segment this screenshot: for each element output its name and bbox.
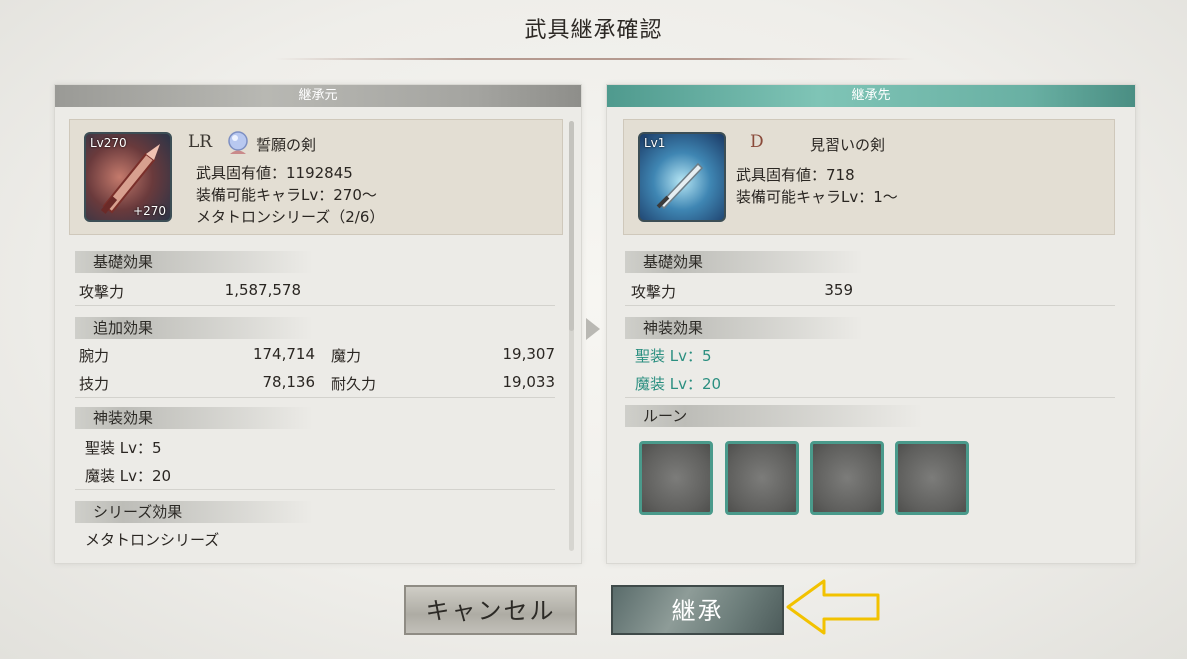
yellow-arrow-icon bbox=[786, 579, 880, 635]
source-extra-label: 魔力 bbox=[331, 347, 362, 365]
target-divine-effects-heading: 神装効果 bbox=[625, 317, 863, 339]
target-weapon-name: 見習いの剣 bbox=[810, 136, 886, 154]
target-rune-heading: ルーン bbox=[625, 405, 923, 427]
divider bbox=[75, 489, 555, 490]
source-basic-effects-heading: 基礎効果 bbox=[75, 251, 313, 273]
divider bbox=[625, 305, 1115, 306]
rune-slot[interactable] bbox=[639, 441, 713, 515]
source-extra-label: 耐久力 bbox=[331, 375, 377, 393]
rune-slot[interactable] bbox=[895, 441, 969, 515]
source-divine-effects-heading: 神装効果 bbox=[75, 407, 313, 429]
source-extra-value: 19,307 bbox=[502, 345, 556, 363]
source-extra-value: 78,136 bbox=[262, 373, 316, 391]
source-extra-effects-heading: 追加効果 bbox=[75, 317, 313, 339]
page-title: 武具継承確認 bbox=[524, 18, 663, 43]
source-panel: 継承元 Lv270 +270 LR 誓願の剣 武具固有値：1192845 装備可… bbox=[54, 84, 582, 564]
source-weapon-name: 誓願の剣 bbox=[256, 136, 317, 154]
divider bbox=[625, 397, 1115, 398]
source-holy-level: 聖装 Lv：5 bbox=[85, 439, 162, 457]
arrow-right-icon bbox=[586, 318, 600, 340]
target-panel-header: 継承先 bbox=[607, 85, 1135, 107]
rune-slot[interactable] bbox=[725, 441, 799, 515]
source-panel-header: 継承元 bbox=[55, 85, 581, 107]
crystal-orb-icon bbox=[228, 131, 248, 154]
target-rarity: D bbox=[750, 132, 764, 152]
source-series-effect-heading: シリーズ効果 bbox=[75, 501, 313, 523]
source-level-badge: Lv270 bbox=[90, 136, 127, 150]
target-attack-label: 攻撃力 bbox=[631, 283, 677, 301]
source-scrollbar[interactable] bbox=[569, 121, 574, 551]
target-panel: 継承先 Lv1 D 見習いの剣 武具固有値：718 装備可能キャラLv：1〜 基… bbox=[606, 84, 1136, 564]
source-rarity: LR bbox=[188, 132, 213, 152]
source-extra-label: 腕力 bbox=[79, 347, 110, 365]
source-equip-level: 装備可能キャラLv：270〜 bbox=[196, 186, 377, 204]
target-magic-level: 魔装 Lv：20 bbox=[635, 375, 722, 393]
target-level-badge: Lv1 bbox=[644, 136, 666, 150]
cancel-button[interactable]: キャンセル bbox=[404, 585, 577, 635]
source-attack-label: 攻撃力 bbox=[79, 283, 125, 301]
source-unique-value: 武具固有値：1192845 bbox=[196, 164, 353, 182]
inherit-button[interactable]: 継承 bbox=[611, 585, 784, 635]
source-magic-level: 魔装 Lv：20 bbox=[85, 467, 172, 485]
target-attack-value: 359 bbox=[824, 281, 853, 299]
source-attack-value: 1,587,578 bbox=[224, 281, 301, 299]
source-scrollbar-thumb[interactable] bbox=[569, 121, 574, 331]
source-weapon-card[interactable]: Lv270 +270 LR 誓願の剣 武具固有値：1192845 装備可能キャラ… bbox=[69, 119, 563, 235]
source-extra-label: 技力 bbox=[79, 375, 110, 393]
target-unique-value: 武具固有値：718 bbox=[736, 166, 855, 184]
target-holy-level: 聖装 Lv：5 bbox=[635, 347, 712, 365]
title-divider bbox=[275, 58, 915, 60]
source-series: メタトロンシリーズ（2/6） bbox=[196, 208, 385, 226]
target-weapon-card[interactable]: Lv1 D 見習いの剣 武具固有値：718 装備可能キャラLv：1〜 bbox=[623, 119, 1115, 235]
source-weapon-thumbnail[interactable]: Lv270 +270 bbox=[84, 132, 172, 222]
target-weapon-thumbnail[interactable]: Lv1 bbox=[638, 132, 726, 222]
source-series-effect-value: メタトロンシリーズ bbox=[85, 531, 220, 549]
target-equip-level: 装備可能キャラLv：1〜 bbox=[736, 188, 898, 206]
rune-slot[interactable] bbox=[810, 441, 884, 515]
divider bbox=[75, 305, 555, 306]
source-extra-value: 19,033 bbox=[502, 373, 556, 391]
divider bbox=[75, 397, 555, 398]
target-basic-effects-heading: 基礎効果 bbox=[625, 251, 863, 273]
source-extra-value: 174,714 bbox=[252, 345, 315, 363]
source-plus-badge: +270 bbox=[133, 204, 166, 218]
